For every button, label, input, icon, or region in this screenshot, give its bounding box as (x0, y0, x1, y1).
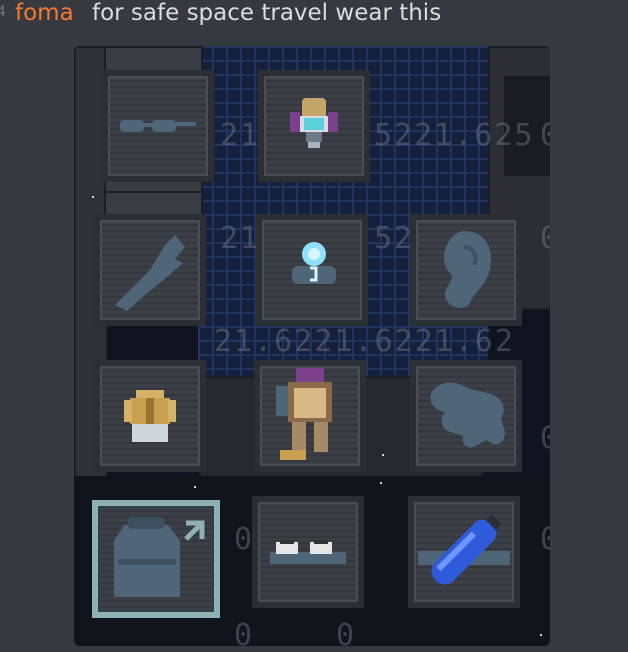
star (380, 482, 382, 484)
tank-slot[interactable] (408, 496, 520, 608)
message-timestamp: 4 (0, 4, 6, 20)
star (92, 196, 94, 198)
chat-message: 4 foma for safe space travel wear this (0, 0, 628, 40)
message-text: for safe space travel wear this (92, 0, 442, 26)
bg-number: 0 (540, 522, 550, 557)
star (194, 486, 196, 488)
hardsuit-icon (276, 368, 332, 460)
message-author[interactable]: foma (15, 0, 74, 26)
ear-slot[interactable] (410, 214, 522, 326)
back-slot[interactable] (92, 500, 220, 618)
space-helmet-icon (290, 98, 338, 148)
image-attachment[interactable]: 21. 5221.625 21 52 21.6221.6221.62 0 0 0… (74, 46, 550, 646)
bg-number: 0 (336, 618, 357, 646)
suit-slot[interactable] (254, 360, 366, 472)
bg-number: 0 (540, 421, 550, 456)
glasses-icon (120, 120, 196, 132)
bg-number: 21.6221.6221.62 (214, 324, 515, 359)
ear-icon (444, 231, 491, 308)
mask-slot[interactable] (256, 214, 368, 326)
backpack-icon (114, 517, 205, 597)
bg-number: 0 (234, 618, 255, 646)
bg-number: 21 (220, 221, 261, 256)
bg-number: 0 (540, 118, 550, 153)
shoes-icon (270, 540, 346, 564)
oxygen-tank-icon (418, 514, 510, 585)
star (540, 634, 542, 636)
jumpsuit-icon (124, 390, 176, 442)
glove-icon (115, 235, 185, 311)
glasses-slot[interactable] (102, 70, 214, 182)
gloves-slot[interactable] (94, 214, 206, 326)
uniform-slot[interactable] (94, 360, 206, 472)
bg-number: 0 (540, 221, 550, 256)
bg-number: 52 (374, 221, 415, 256)
hand-slot[interactable] (410, 360, 522, 472)
hand-icon (430, 382, 505, 448)
breath-mask-icon (292, 242, 336, 284)
bg-number: 5221.625 (374, 118, 535, 153)
star (382, 454, 384, 456)
head-slot[interactable] (258, 70, 370, 182)
shoes-slot[interactable] (252, 496, 364, 608)
